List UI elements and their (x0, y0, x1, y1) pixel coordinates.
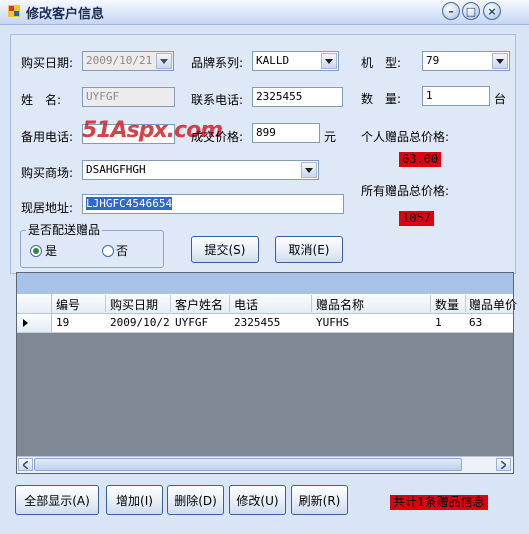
store-value: DSAHGFHGH (86, 163, 146, 176)
all-gift-total-label: 所有赠品总价格: (361, 184, 450, 198)
show-all-button[interactable]: 全部显示(A) (15, 485, 99, 515)
maximize-button[interactable]: □ (462, 2, 480, 20)
row-header-corner (17, 294, 52, 313)
purchase-date-value: 2009/10/21 (86, 54, 153, 67)
column-header-qty[interactable]: 数量 (435, 296, 459, 313)
table-row[interactable]: 19 2009/10/2 UYFGF 2325455 YUFHS 1 63 (17, 314, 513, 333)
cell-id: 19 (56, 316, 70, 329)
purchase-date-picker[interactable]: 2009/10/21 (82, 51, 174, 71)
scroll-left-button[interactable] (18, 458, 33, 471)
cell-date: 2009/10/2 (110, 316, 170, 329)
price-field[interactable]: 899 (252, 123, 320, 143)
grid-header: 编号 购买日期 客户姓名 电话 赠品名称 数量 赠品单价 (17, 294, 517, 314)
column-header-customer[interactable]: 客户姓名 (175, 296, 223, 313)
gift-option-title: 是否配送赠品 (26, 221, 103, 238)
window-title: 修改客户信息 (26, 7, 105, 22)
cell-qty: 1 (435, 316, 442, 329)
model-label: 机 型: (361, 56, 402, 70)
cell-customer: UYFGF (175, 316, 209, 329)
model-select[interactable]: 79 (422, 51, 510, 71)
grid-caption-bar (17, 273, 513, 295)
personal-gift-total-label: 个人赠品总价格: (361, 130, 450, 144)
minimize-button[interactable]: – (442, 2, 460, 20)
brand-label: 品牌系列: (191, 56, 244, 70)
model-value: 79 (426, 54, 440, 67)
price-unit: 元 (324, 130, 337, 144)
column-header-id[interactable]: 编号 (56, 296, 80, 313)
price-label: 成交价格: (191, 130, 244, 144)
phone-label: 联系电话: (191, 93, 244, 107)
column-header-phone[interactable]: 电话 (234, 296, 258, 313)
brand-select[interactable]: KALLD (252, 51, 339, 71)
name-field[interactable]: UYFGF (82, 87, 175, 107)
address-label: 现居地址: (21, 201, 74, 215)
title-bar: 修改客户信息 – □ × (0, 0, 529, 25)
chevron-down-icon[interactable] (301, 162, 317, 178)
chevron-down-icon[interactable] (321, 53, 337, 69)
cancel-button[interactable]: 取消(E) (275, 236, 343, 263)
name-label: 姓 名: (21, 93, 62, 107)
refresh-button[interactable]: 刷新(R) (291, 485, 348, 515)
address-value: LJHGFC4546654 (86, 197, 173, 210)
chevron-right-icon (501, 460, 506, 469)
phone-value: 2325455 (256, 90, 303, 103)
quantity-label: 数 量: (361, 92, 402, 106)
gift-no-radio[interactable] (102, 245, 114, 257)
submit-button[interactable]: 提交(S) (191, 236, 259, 263)
add-button[interactable]: 增加(I) (106, 485, 163, 515)
current-row-arrow-icon (23, 319, 28, 327)
horizontal-scrollbar[interactable] (17, 456, 513, 473)
chevron-left-icon (23, 460, 28, 469)
edit-customer-window: 修改客户信息 – □ × 购买日期: 2009/10/21 品牌系列: KALL… (0, 0, 529, 534)
personal-gift-total-value: 63.00 (399, 152, 442, 167)
row-selector[interactable] (17, 314, 52, 332)
close-button[interactable]: × (483, 2, 501, 20)
all-gift-total-value: 1057 (399, 211, 434, 226)
name-value: UYFGF (86, 90, 120, 103)
delete-button[interactable]: 删除(D) (167, 485, 224, 515)
cell-price: 63 (469, 316, 483, 329)
price-value: 899 (256, 126, 276, 139)
column-header-price[interactable]: 赠品单价 (469, 296, 517, 313)
minimize-icon: – (448, 4, 454, 18)
quantity-value: 1 (426, 89, 433, 102)
purchase-date-label: 购买日期: (21, 56, 74, 70)
column-header-date[interactable]: 购买日期 (110, 296, 158, 313)
edit-button[interactable]: 修改(U) (229, 485, 286, 515)
cell-phone: 2325455 (234, 316, 281, 329)
scroll-right-button[interactable] (496, 458, 511, 471)
quantity-unit: 台 (494, 92, 507, 106)
gift-no-label: 否 (116, 244, 129, 258)
store-label: 购买商场: (21, 166, 74, 180)
column-header-gift[interactable]: 赠品名称 (316, 296, 364, 313)
gift-yes-label: 是 (45, 244, 58, 258)
chevron-down-icon[interactable] (492, 53, 508, 69)
cell-gift: YUFHS (316, 316, 350, 329)
status-count: 共计1条赠品信息 (390, 495, 488, 510)
quantity-field[interactable]: 1 (422, 86, 490, 106)
gift-data-grid[interactable]: 编号 购买日期 客户姓名 电话 赠品名称 数量 赠品单价 19 2009/10/… (16, 272, 517, 474)
app-icon (8, 5, 20, 17)
address-field[interactable]: LJHGFC4546654 (82, 194, 344, 214)
phone-field[interactable]: 2325455 (252, 87, 343, 107)
alt-phone-label: 备用电话: (21, 130, 74, 144)
scroll-thumb[interactable] (34, 458, 462, 471)
maximize-icon: □ (465, 4, 477, 18)
close-icon: × (487, 4, 497, 18)
store-select[interactable]: DSAHGFHGH (82, 160, 319, 180)
gift-yes-radio[interactable] (30, 245, 42, 257)
chevron-down-icon[interactable] (156, 53, 172, 69)
brand-value: KALLD (256, 54, 290, 67)
